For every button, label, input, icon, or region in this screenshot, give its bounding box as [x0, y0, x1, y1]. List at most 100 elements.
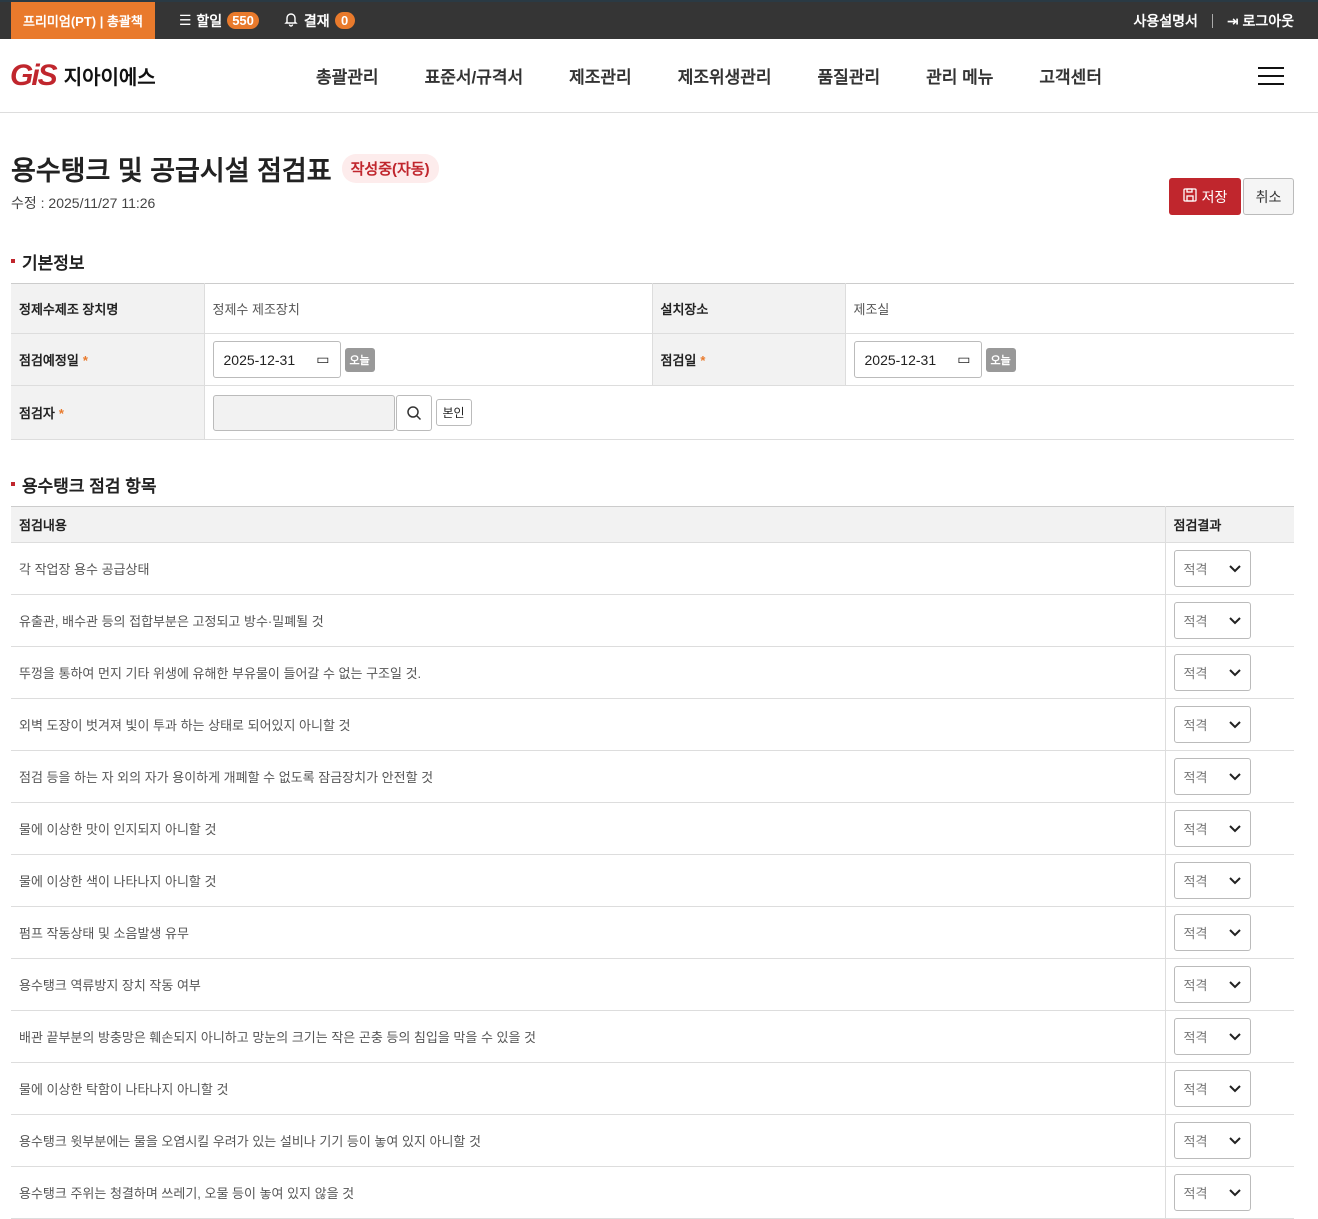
approval-link[interactable]: 결재 0	[283, 11, 355, 31]
result-select[interactable]: 적격	[1173, 966, 1251, 1003]
chevron-down-icon	[1228, 1136, 1241, 1144]
nav-item[interactable]: 제조위생관리	[678, 63, 772, 88]
result-select[interactable]: 적격	[1173, 914, 1251, 951]
result-value: 적격	[1183, 978, 1208, 993]
result-select[interactable]: 적격	[1173, 550, 1251, 587]
result-select[interactable]: 적격	[1173, 706, 1251, 743]
self-button[interactable]: 본인	[435, 399, 472, 426]
save-icon	[1182, 188, 1197, 205]
result-value: 적격	[1183, 718, 1208, 733]
table-row: 용수탱크 윗부분에는 물을 오염시킬 우려가 있는 설비나 기기 등이 놓여 있…	[11, 1114, 1294, 1167]
result-value: 적격	[1183, 926, 1208, 941]
modified-time: 수정 : 2025/11/27 11:26	[11, 195, 156, 211]
item-content: 펌프 작동상태 및 소음발생 유무	[11, 906, 1165, 959]
result-value: 적격	[1183, 874, 1208, 889]
search-icon	[406, 405, 421, 420]
section-title-basic: 기본정보	[11, 251, 1318, 273]
planned-date-label: 점검예정일 *	[11, 333, 205, 386]
planned-date-value: 2025-12-31	[223, 351, 296, 368]
table-row: 유출관, 배수관 등의 접합부분은 고정되고 방수·밀폐될 것 적격	[11, 594, 1294, 647]
chevron-down-icon	[1228, 980, 1241, 988]
chevron-down-icon	[1228, 668, 1241, 676]
result-value: 적격	[1183, 822, 1208, 837]
inspection-date-input[interactable]: 2025-12-31 ▭	[853, 341, 982, 378]
planned-date-input[interactable]: 2025-12-31 ▭	[212, 341, 341, 378]
main-nav: 총괄관리 표준서/규격서 제조관리 제조위생관리 품질관리 관리 메뉴 고객센터	[316, 63, 1148, 88]
chevron-down-icon	[1228, 564, 1241, 572]
hamburger-menu-icon[interactable]	[1258, 67, 1284, 91]
result-value: 적격	[1183, 1134, 1208, 1149]
calendar-icon[interactable]: ▭	[957, 351, 970, 368]
chevron-down-icon	[1228, 928, 1241, 936]
logout-link[interactable]: ⇥ 로그아웃	[1227, 11, 1294, 31]
inspector-label-text: 점검자	[19, 406, 55, 421]
logo[interactable]: GiS 지아이에스	[10, 59, 156, 93]
item-content: 물에 이상한 색이 나타나지 아니할 것	[11, 854, 1165, 907]
item-content: 용수탱크 윗부분에는 물을 오염시킬 우려가 있는 설비나 기기 등이 놓여 있…	[11, 1114, 1165, 1167]
todo-label: 할일	[196, 12, 223, 29]
section-title-items: 용수탱크 점검 항목	[11, 474, 1318, 496]
nav-item[interactable]: 총괄관리	[316, 63, 379, 88]
list-icon: ☰	[178, 12, 192, 28]
item-content: 유출관, 배수관 등의 접합부분은 고정되고 방수·밀폐될 것	[11, 594, 1165, 647]
result-select[interactable]: 적격	[1173, 1018, 1251, 1055]
col-content: 점검내용	[11, 506, 1165, 543]
cancel-button[interactable]: 취소	[1243, 178, 1294, 215]
inspection-items-table: 점검내용 점검결과 각 작업장 용수 공급상태 적격 유출관, 배수관 등의 접합부분…	[11, 506, 1294, 1219]
inspection-date-label-text: 점검일	[660, 353, 697, 368]
table-row: 외벽 도장이 벗겨져 빛이 투과 하는 상태로 되어있지 아니할 것 적격	[11, 698, 1294, 751]
item-content: 용수탱크 주위는 청결하며 쓰레기, 오물 등이 놓여 있지 않을 것	[11, 1166, 1165, 1219]
table-row: 용수탱크 역류방지 장치 작동 여부 적격	[11, 958, 1294, 1011]
nav-item[interactable]: 품질관리	[818, 63, 881, 88]
logo-mark: GiS	[10, 58, 58, 92]
result-select[interactable]: 적격	[1173, 1122, 1251, 1159]
result-value: 적격	[1183, 562, 1208, 577]
save-label: 저장	[1201, 188, 1228, 205]
table-row: 뚜껑을 통하여 먼지 기타 위생에 유해한 부유물이 들어갈 수 없는 구조일 …	[11, 646, 1294, 699]
result-value: 적격	[1183, 614, 1208, 629]
result-select[interactable]: 적격	[1173, 758, 1251, 795]
location-label: 설치장소	[652, 283, 846, 334]
status-badge: 작성중(자동)	[341, 154, 439, 183]
result-value: 적격	[1183, 770, 1208, 785]
result-select[interactable]: 적격	[1173, 1174, 1251, 1211]
location-value: 제조실	[845, 283, 1294, 334]
planned-date-label-text: 점검예정일	[19, 353, 79, 368]
required-mark: *	[82, 353, 88, 368]
logout-icon: ⇥	[1226, 12, 1243, 29]
result-value: 적격	[1183, 666, 1208, 681]
inspector-label: 점검자 *	[11, 385, 205, 440]
result-select[interactable]: 적격	[1173, 1070, 1251, 1107]
result-select[interactable]: 적격	[1173, 810, 1251, 847]
nav-item[interactable]: 관리 메뉴	[926, 63, 993, 88]
search-button[interactable]	[395, 394, 432, 431]
nav-item[interactable]: 고객센터	[1039, 63, 1102, 88]
logout-label: 로그아웃	[1242, 12, 1294, 29]
bell-icon	[283, 11, 299, 30]
device-value: 정제수 제조장치	[204, 283, 653, 334]
result-value: 적격	[1183, 1186, 1208, 1201]
todo-link[interactable]: ☰ 할일 550	[179, 11, 259, 31]
result-select[interactable]: 적격	[1173, 654, 1251, 691]
result-select[interactable]: 적격	[1173, 602, 1251, 639]
inspector-input[interactable]	[212, 394, 395, 431]
col-result: 점검결과	[1164, 506, 1294, 543]
nav-item[interactable]: 표준서/규격서	[425, 63, 524, 88]
logo-text: 지아이에스	[63, 67, 156, 89]
chevron-down-icon	[1228, 824, 1241, 832]
planned-today-button[interactable]: 오늘	[344, 347, 375, 372]
nav-item[interactable]: 제조관리	[569, 63, 632, 88]
approval-label: 결재	[303, 12, 330, 29]
required-mark: *	[700, 353, 706, 368]
manual-link[interactable]: 사용설명서	[1133, 11, 1197, 31]
item-content: 외벽 도장이 벗겨져 빛이 투과 하는 상태로 되어있지 아니할 것	[11, 698, 1165, 751]
item-content: 물에 이상한 맛이 인지되지 아니할 것	[11, 802, 1165, 855]
table-row: 용수탱크 주위는 청결하며 쓰레기, 오물 등이 놓여 있지 않을 것 적격	[11, 1166, 1294, 1219]
inspection-today-button[interactable]: 오늘	[985, 347, 1016, 372]
plan-badge[interactable]: 프리미엄(PT) | 총괄책	[11, 2, 155, 39]
result-select[interactable]: 적격	[1173, 862, 1251, 899]
page-title-text: 용수탱크 및 공급시설 점검표	[11, 156, 332, 186]
chevron-down-icon	[1228, 876, 1241, 884]
save-button[interactable]: 저장	[1169, 178, 1241, 215]
calendar-icon[interactable]: ▭	[316, 351, 329, 368]
